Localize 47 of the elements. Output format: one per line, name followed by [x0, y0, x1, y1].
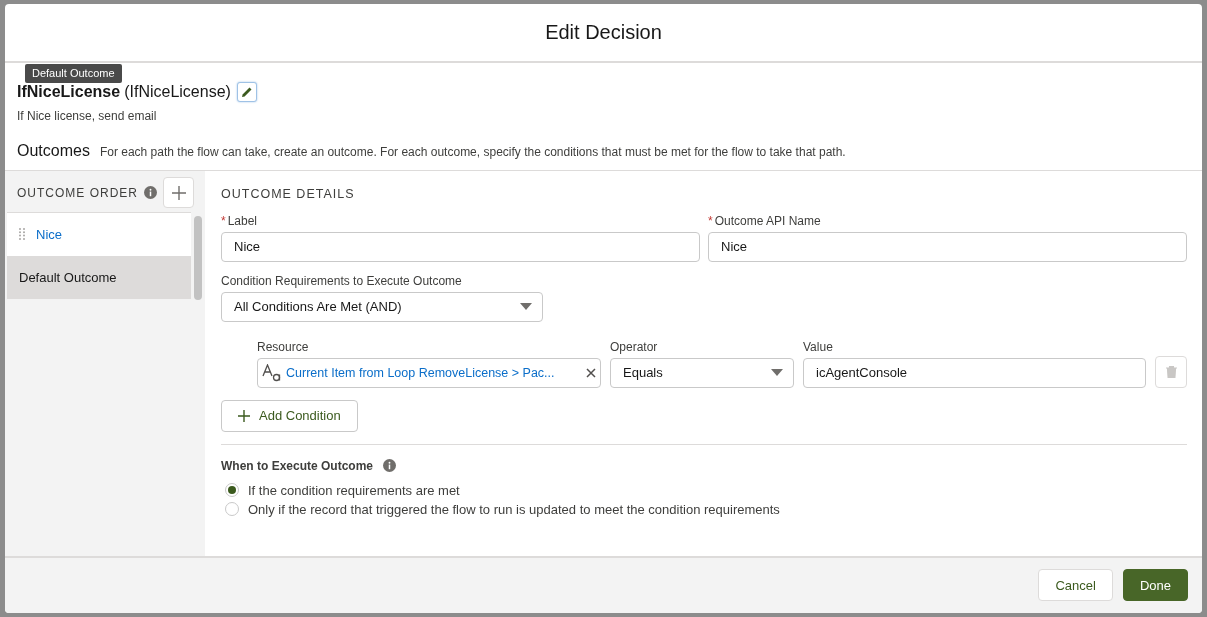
field-label: Condition Requirements to Execute Outcome	[221, 273, 463, 288]
api-name-field[interactable]: Nice	[708, 231, 1187, 262]
plus-icon	[171, 185, 186, 200]
section-title: Outcomes	[17, 141, 90, 160]
radio-label[interactable]: If the condition requirements are met	[248, 482, 460, 498]
modal-title: Edit Decision	[545, 20, 662, 44]
pencil-icon	[240, 85, 253, 98]
element-api-name: (IfNiceLicense)	[124, 82, 231, 101]
field-label: Outcome API Name	[714, 213, 821, 228]
plus-icon	[238, 409, 250, 422]
scrollbar[interactable]	[194, 215, 202, 300]
required-mark: *	[221, 213, 226, 228]
radio-button[interactable]	[225, 502, 239, 516]
operator-dropdown[interactable]: Equals	[610, 357, 794, 388]
outcome-item[interactable]: Default Outcome	[7, 255, 191, 299]
drag-handle-icon[interactable]	[19, 228, 25, 240]
trash-icon	[1165, 365, 1177, 378]
add-condition-button[interactable]: Add Condition	[221, 399, 358, 432]
value-field[interactable]: icAgentConsole	[803, 357, 1146, 388]
text-type-icon	[262, 363, 282, 382]
section-heading: When to Execute Outcome	[221, 458, 374, 473]
outcome-item[interactable]: Nice	[7, 212, 191, 256]
caret-icon	[520, 303, 532, 310]
caret-icon	[771, 369, 783, 376]
tooltip: Default Outcome	[25, 63, 122, 83]
edit-button[interactable]	[236, 81, 257, 102]
sidebar-heading: OUTCOME ORDER	[17, 185, 138, 200]
section-help-text: For each path the flow can take, create an outcome. For each outcome, specify the conditions that must be met for the flow to take that path.	[99, 144, 846, 159]
radio-label[interactable]: Only if the record that triggered the flow to run is updated to meet the condition requirements	[248, 501, 780, 517]
required-mark: *	[708, 213, 713, 228]
requirements-dropdown[interactable]: All Conditions Are Met (AND)	[221, 291, 543, 322]
element-description: If Nice license, send email	[16, 107, 158, 123]
label-field[interactable]: Nice	[221, 231, 700, 262]
field-label: Resource	[257, 339, 310, 354]
field-label: Label	[227, 213, 258, 228]
field-label: Value	[803, 339, 834, 354]
resource-field[interactable]: Current Item from Loop RemoveLicense > Pac...	[257, 357, 601, 388]
radio-button[interactable]	[225, 483, 239, 497]
details-heading: OUTCOME DETAILS	[221, 186, 356, 201]
add-outcome-button[interactable]	[163, 177, 194, 208]
clear-icon[interactable]	[586, 367, 596, 378]
cancel-button[interactable]: Cancel	[1038, 569, 1113, 602]
done-button[interactable]: Done	[1122, 569, 1188, 602]
field-label: Operator	[610, 339, 659, 354]
element-label: IfNiceLicense	[17, 82, 121, 101]
info-icon[interactable]	[383, 459, 397, 472]
info-icon[interactable]	[144, 186, 157, 199]
